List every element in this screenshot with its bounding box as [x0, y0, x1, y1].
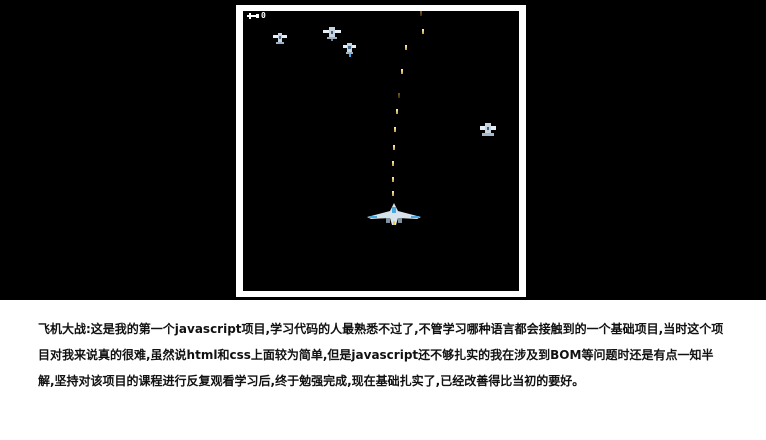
hud: 0: [247, 11, 266, 21]
plane-lives-icon: [247, 13, 259, 19]
score-value: 0: [261, 11, 266, 20]
bullet: [392, 191, 394, 196]
bullet: [401, 69, 403, 74]
bullet: [392, 177, 394, 182]
game-canvas[interactable]: 0: [243, 11, 519, 291]
bullet: [394, 127, 396, 132]
bullet: [392, 161, 394, 166]
bullet: [393, 145, 395, 150]
project-description: 飞机大战:这是我的第一个javascript项目,学习代码的人最熟悉不过了,不管…: [38, 322, 724, 388]
enemy-plane: [343, 43, 356, 57]
bullet: [398, 93, 400, 98]
bullet: [396, 109, 398, 114]
enemy-plane: [480, 123, 496, 137]
bullet: [422, 29, 424, 34]
player-plane[interactable]: [367, 203, 421, 225]
bullet: [420, 11, 422, 16]
enemy-plane: [273, 33, 287, 45]
bullet: [405, 45, 407, 50]
game-stage: 0: [0, 0, 766, 300]
enemy-plane: [323, 27, 341, 41]
